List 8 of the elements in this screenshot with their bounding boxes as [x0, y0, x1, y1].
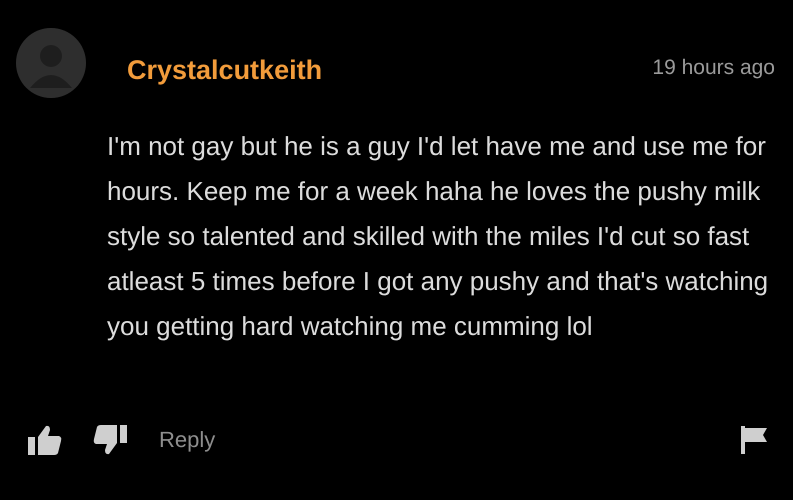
avatar-icon: [16, 28, 86, 98]
thumbs-down-icon[interactable]: [93, 424, 127, 454]
timestamp: 19 hours ago: [652, 55, 775, 81]
flag-icon[interactable]: [741, 426, 767, 454]
comment-text: I'm not gay but he is a guy I'd let have me and use me for hours. Keep me for a week haha he loves the pushy milk style so talented and skilled with the miles I'd cut so fast atleast 5 times before I got any pushy and that's watching you getting hard watching me cumming lol: [107, 130, 770, 343]
username[interactable]: Crystalcutkeith: [127, 50, 322, 90]
thumbs-up-icon[interactable]: [28, 424, 62, 454]
reply-button[interactable]: Reply: [159, 423, 216, 456]
